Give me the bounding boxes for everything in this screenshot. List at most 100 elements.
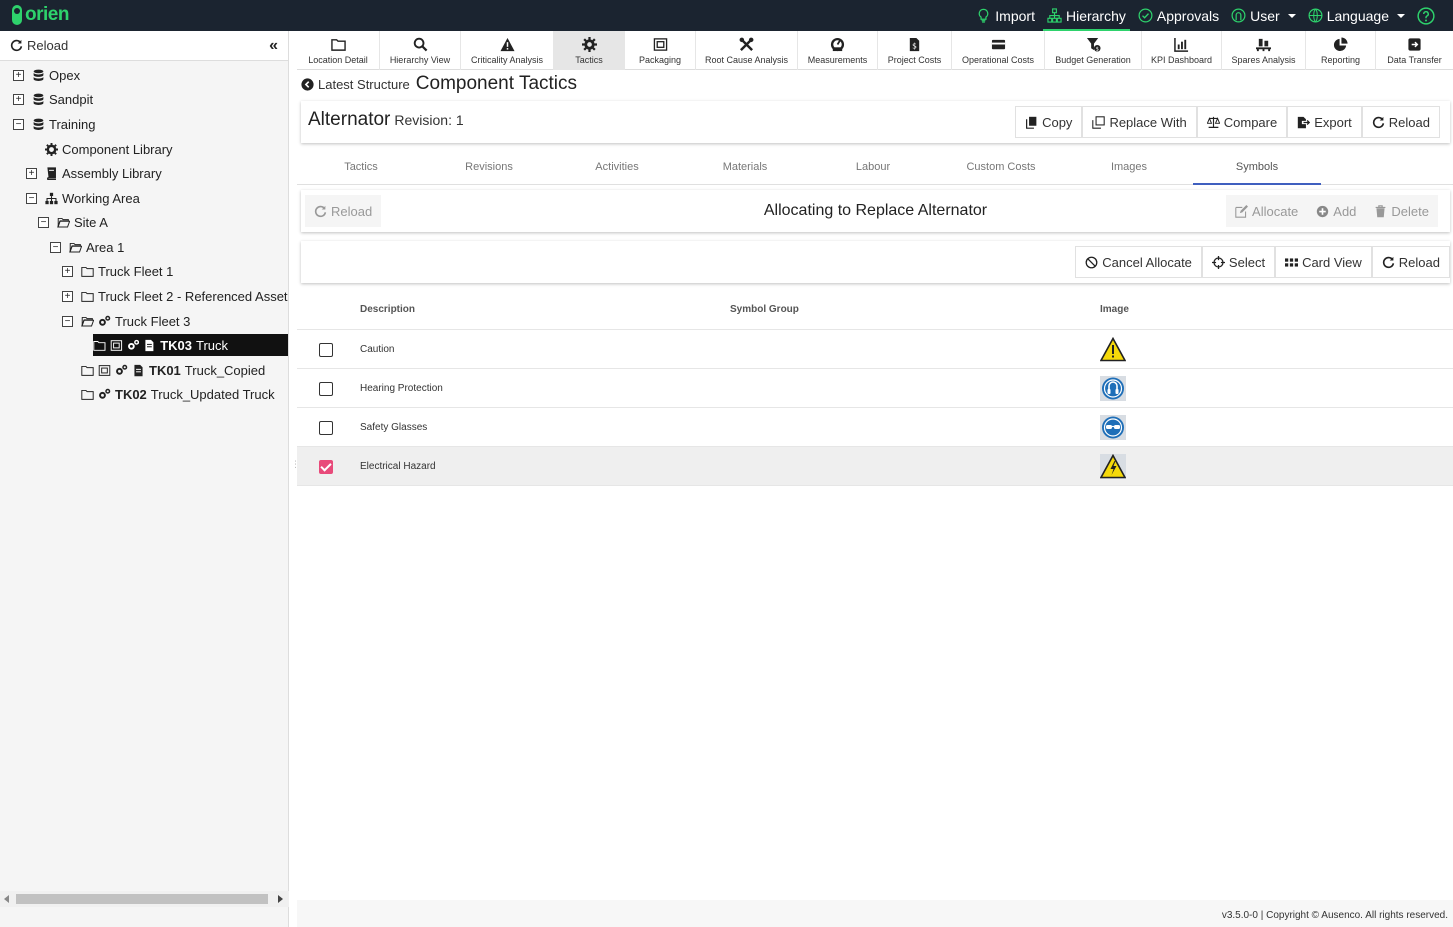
- copy-button[interactable]: Copy: [1015, 106, 1083, 138]
- scroll-left-icon[interactable]: [4, 895, 9, 903]
- tab-labour[interactable]: Labour: [809, 150, 937, 184]
- row-checkbox[interactable]: [319, 460, 333, 474]
- pie-chart-icon: [1333, 36, 1348, 51]
- toolbar-label: Hierarchy View: [389, 54, 451, 65]
- tab-materials[interactable]: Materials: [681, 150, 809, 184]
- expand-icon[interactable]: +: [62, 290, 73, 302]
- row-checkbox[interactable]: [319, 421, 333, 435]
- tree-node-sandpit[interactable]: + Sandpit: [13, 88, 93, 110]
- reload-label: Reload: [1398, 254, 1440, 270]
- nav-hierarchy[interactable]: Hierarchy: [1041, 0, 1132, 31]
- table-row[interactable]: Hearing Protection: [297, 369, 1453, 408]
- folder-icon: [81, 266, 94, 277]
- tree-node-tk02[interactable]: TK02 Truck_Updated Truck: [81, 383, 275, 405]
- grid-header: Description Symbol Group Image: [297, 289, 1453, 330]
- cancel-allocate-button[interactable]: Cancel Allocate: [1075, 246, 1202, 278]
- selection-actions: Cancel Allocate Select Card View Reload: [1075, 246, 1450, 278]
- sidebar-horizontal-scrollbar[interactable]: [0, 891, 289, 907]
- collapse-icon[interactable]: −: [13, 118, 24, 130]
- nav-approvals[interactable]: Approvals: [1132, 0, 1225, 31]
- gears-icon: [99, 388, 111, 399]
- row-drag-handle-icon[interactable]: ⋮: [291, 459, 300, 470]
- toolbar-reporting[interactable]: Reporting: [1306, 31, 1376, 70]
- component-reload-button[interactable]: Reload: [1361, 106, 1440, 138]
- tree-node-tk03[interactable]: TK03 Truck: [93, 334, 288, 356]
- nav-language[interactable]: Language: [1302, 0, 1411, 31]
- tree-node-training[interactable]: − Training: [13, 113, 95, 135]
- toolbar-packaging[interactable]: Packaging: [625, 31, 696, 70]
- tree-node-assembly-library[interactable]: + Assembly Library: [26, 162, 162, 184]
- nav-hierarchy-label: Hierarchy: [1065, 7, 1126, 24]
- tab-custom-costs[interactable]: Custom Costs: [937, 150, 1065, 184]
- nav-help[interactable]: [1411, 0, 1441, 31]
- toolbar-budget-generation[interactable]: $ Budget Generation: [1045, 31, 1142, 70]
- replace-with-button[interactable]: Replace With: [1082, 106, 1197, 138]
- select-button[interactable]: Select: [1201, 246, 1276, 278]
- row-checkbox[interactable]: [319, 343, 333, 357]
- toolbar-data-transfer[interactable]: Data Transfer: [1376, 31, 1453, 70]
- tree-node-opex[interactable]: + Opex: [13, 64, 80, 86]
- expand-icon[interactable]: +: [26, 167, 37, 179]
- tree-node-tk01[interactable]: TK01 Truck_Copied: [81, 359, 265, 381]
- expand-icon[interactable]: +: [13, 93, 24, 105]
- tree-node-label: Sandpit: [49, 91, 94, 107]
- column-header-image[interactable]: Image: [1100, 304, 1129, 315]
- collapse-sidebar-icon[interactable]: «: [269, 37, 278, 55]
- add-button[interactable]: Add: [1307, 195, 1366, 227]
- table-row[interactable]: Caution: [297, 330, 1453, 369]
- tab-tactics[interactable]: Tactics: [297, 150, 425, 184]
- tab-revisions[interactable]: Revisions: [425, 150, 553, 184]
- expand-icon[interactable]: +: [62, 265, 73, 277]
- export-button[interactable]: Export: [1287, 106, 1362, 138]
- back-to-latest-structure-link[interactable]: Latest Structure: [301, 77, 410, 92]
- column-header-symbol-group[interactable]: Symbol Group: [730, 304, 799, 315]
- folder-icon: [81, 365, 94, 376]
- scroll-right-icon[interactable]: [278, 895, 283, 903]
- expand-icon[interactable]: +: [13, 69, 24, 81]
- tree-node-truck-fleet-2[interactable]: + Truck Fleet 2 - Referenced Asset: [62, 285, 288, 307]
- tab-images[interactable]: Images: [1065, 150, 1193, 184]
- allocation-reload-button[interactable]: Reload: [305, 195, 382, 227]
- scrollbar-thumb[interactable]: [16, 894, 268, 904]
- allocation-left-actions: Reload: [305, 195, 382, 227]
- tree-node-site-a[interactable]: − Site A: [38, 211, 108, 233]
- selection-reload-button[interactable]: Reload: [1371, 246, 1450, 278]
- tree-node-truck-fleet-3[interactable]: − Truck Fleet 3: [62, 310, 190, 332]
- allocate-button[interactable]: Allocate: [1226, 195, 1308, 227]
- toolbar-kpi-dashboard[interactable]: KPI Dashboard: [1142, 31, 1222, 70]
- toolbar-root-cause-analysis[interactable]: Root Cause Analysis: [696, 31, 798, 70]
- breadcrumb: Latest Structure Component Tactics: [301, 73, 577, 95]
- nav-user[interactable]: User: [1225, 0, 1302, 31]
- toolbar-tactics[interactable]: Tactics: [554, 31, 625, 70]
- ban-icon: [1085, 256, 1098, 268]
- table-row[interactable]: Safety Glasses: [297, 408, 1453, 447]
- column-header-description[interactable]: Description: [360, 304, 415, 315]
- toolbar-measurements[interactable]: Measurements: [798, 31, 878, 70]
- tab-symbols[interactable]: Symbols: [1193, 150, 1321, 185]
- toolbar-criticality-analysis[interactable]: Criticality Analysis: [461, 31, 554, 70]
- delete-button[interactable]: Delete: [1365, 195, 1438, 227]
- toolbar-operational-costs[interactable]: Operational Costs: [952, 31, 1045, 70]
- compare-button[interactable]: Compare: [1196, 106, 1288, 138]
- nav-import[interactable]: Import: [970, 0, 1041, 31]
- collapse-icon[interactable]: −: [38, 216, 49, 228]
- tree-node-truck-fleet-1[interactable]: + Truck Fleet 1: [62, 260, 173, 282]
- toolbar-spares-analysis[interactable]: Spares Analysis: [1222, 31, 1306, 70]
- tree-node-working-area[interactable]: − Working Area: [26, 187, 140, 209]
- tree-node-component-library[interactable]: Component Library: [45, 138, 173, 160]
- toolbar-project-costs[interactable]: $ Project Costs: [878, 31, 952, 70]
- toolbar-location-detail[interactable]: Location Detail: [297, 31, 380, 70]
- tree-node-area-1[interactable]: − Area 1: [50, 236, 124, 258]
- collapse-icon[interactable]: −: [50, 241, 61, 253]
- table-row[interactable]: ⋮ Electrical Hazard: [291, 447, 1453, 486]
- toolbar-hierarchy-view[interactable]: Hierarchy View: [380, 31, 461, 70]
- orien-logo[interactable]: orien: [12, 4, 69, 26]
- collapse-icon[interactable]: −: [26, 192, 37, 204]
- tab-activities[interactable]: Activities: [553, 150, 681, 184]
- collapse-icon[interactable]: −: [62, 315, 73, 327]
- row-checkbox[interactable]: [319, 382, 333, 396]
- top-bar: orien Import Hierarchy Approvals User La…: [0, 0, 1453, 31]
- tree-node-label: Truck_Copied: [184, 362, 266, 378]
- card-view-button[interactable]: Card View: [1275, 246, 1372, 278]
- sidebar-reload-button[interactable]: Reload: [10, 38, 68, 53]
